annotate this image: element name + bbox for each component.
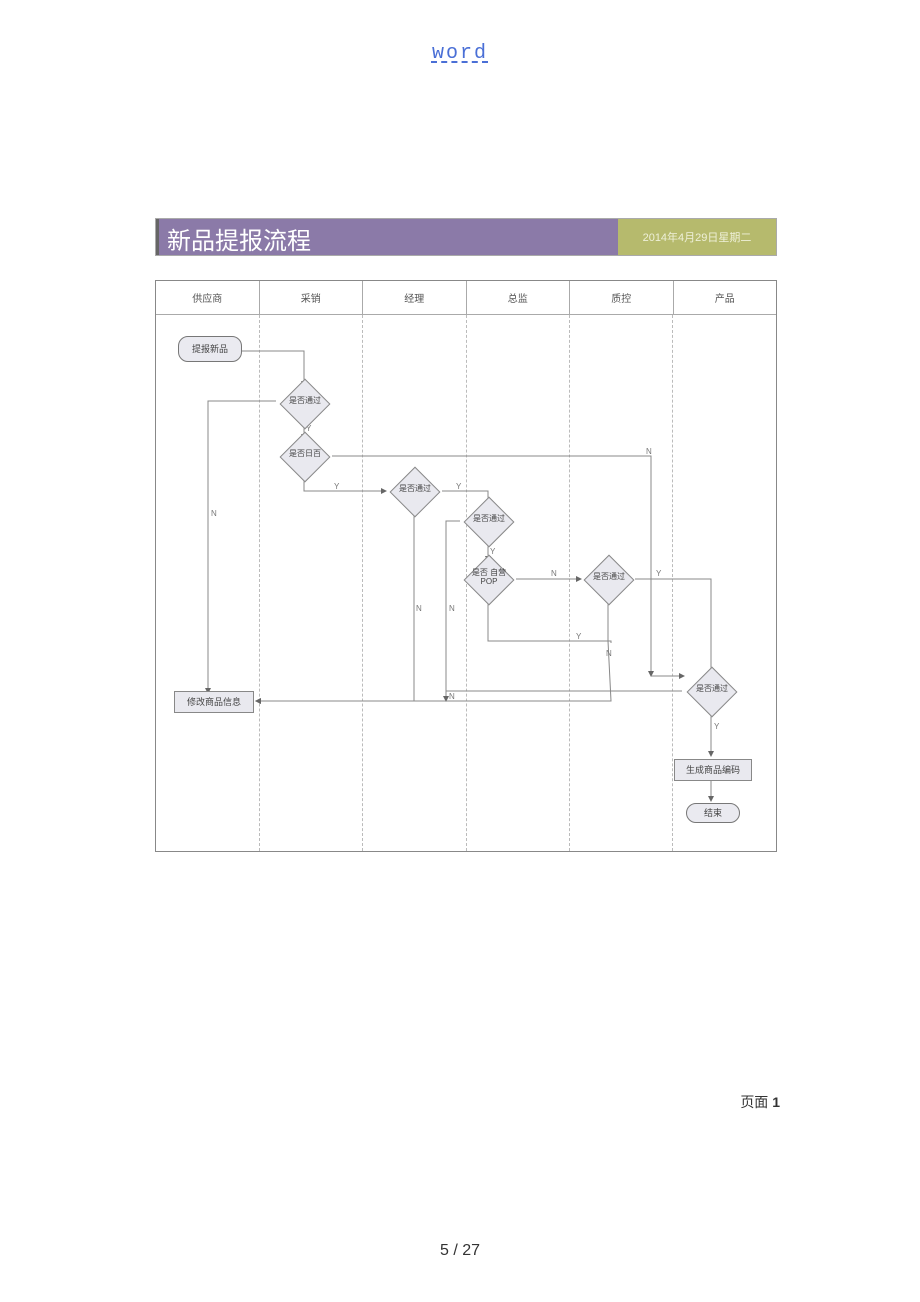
title-bar: 新品提报流程 2014年4月29日星期二 <box>155 218 777 256</box>
svg-text:N: N <box>449 692 455 701</box>
svg-text:Y: Y <box>490 547 496 556</box>
process-modify: 修改商品信息 <box>174 691 254 713</box>
svg-text:N: N <box>551 569 557 578</box>
svg-text:Y: Y <box>714 722 720 731</box>
start-node: 提报新品 <box>178 336 242 362</box>
page-label: 页面 1 <box>740 1092 780 1112</box>
flow-date: 2014年4月29日星期二 <box>618 219 776 255</box>
flow-title: 新品提报流程 <box>156 219 618 255</box>
svg-text:Y: Y <box>656 569 662 578</box>
flowchart: 供应商 采销 经理 总监 质控 产品 <box>155 280 777 852</box>
svg-text:N: N <box>646 447 652 456</box>
svg-text:N: N <box>449 604 455 613</box>
header-link[interactable]: word <box>0 42 920 65</box>
svg-text:N: N <box>606 649 612 658</box>
process-generate: 生成商品编码 <box>674 759 752 781</box>
svg-text:Y: Y <box>334 482 340 491</box>
page-number: 5 / 27 <box>0 1242 920 1260</box>
svg-text:N: N <box>211 509 217 518</box>
svg-text:Y: Y <box>576 632 582 641</box>
svg-text:Y: Y <box>456 482 462 491</box>
svg-text:N: N <box>416 604 422 613</box>
end-node: 结束 <box>686 803 740 823</box>
